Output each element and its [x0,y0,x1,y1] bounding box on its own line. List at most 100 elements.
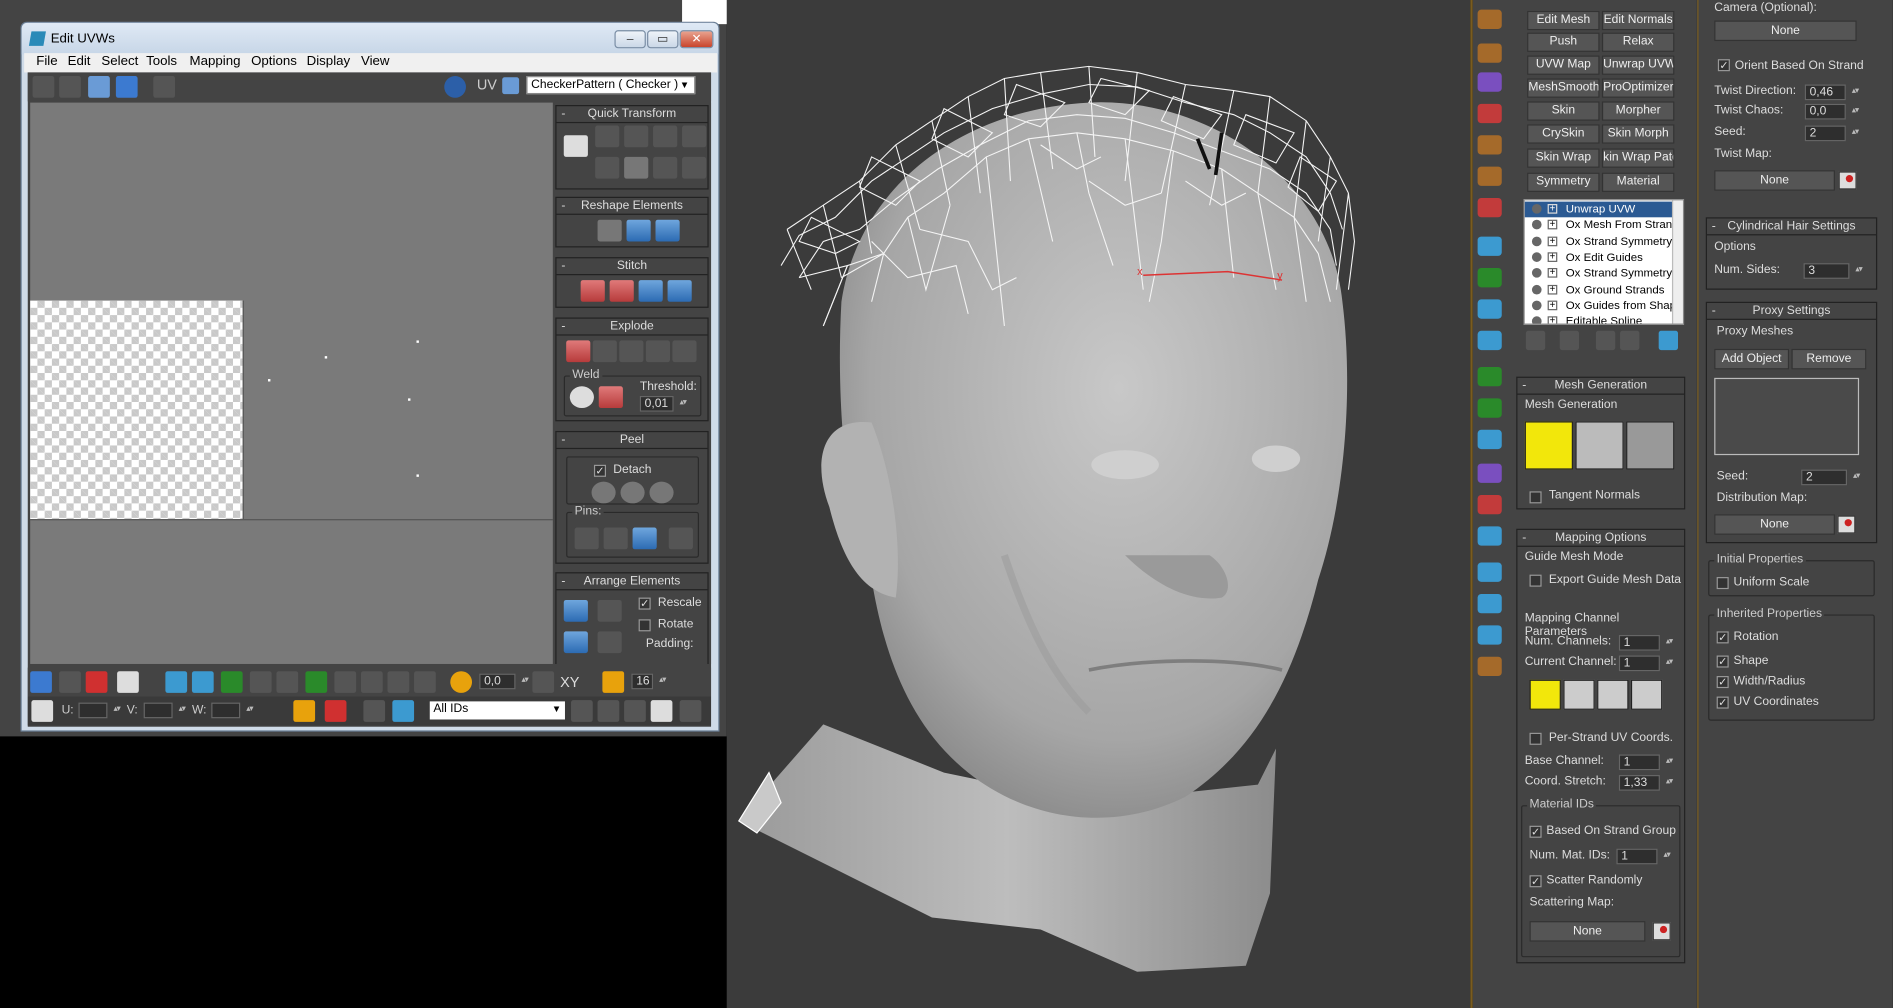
filter-icon[interactable] [392,700,415,722]
pin-icon[interactable] [574,527,599,550]
space-horizontal-icon[interactable] [682,125,707,148]
bulb-icon[interactable] [1531,268,1542,278]
shape-checkbox[interactable]: ✓ [1716,655,1729,668]
mapping-root-icon[interactable] [1597,679,1629,710]
stitch-average-icon[interactable] [609,280,634,302]
menu-file[interactable]: File [36,54,57,68]
per-strand-checkbox[interactable] [1529,732,1542,745]
distribution-map-button[interactable]: None [1714,514,1835,535]
mapping-strip-icon[interactable] [1529,679,1561,710]
w-spinner[interactable] [211,702,252,719]
expand-icon[interactable]: + [1547,300,1558,311]
soft-selection-icon[interactable] [450,671,473,693]
width-radius-checkbox[interactable]: ✓ [1716,676,1729,689]
peel-mode-icon[interactable] [620,481,645,504]
loop-icon[interactable] [220,671,243,693]
relax-until-flat-icon[interactable] [655,219,680,242]
configure-sets-icon[interactable] [1658,330,1679,351]
stack-scrollbar[interactable] [1671,200,1683,324]
export-guide-checkbox[interactable] [1529,574,1542,587]
quick-peel-icon[interactable] [591,481,616,504]
bulb-icon[interactable] [1531,236,1542,246]
flatten-by-polygon-icon[interactable] [619,340,644,363]
modifier-stack-item[interactable]: + Unwrap UVW [1524,201,1675,218]
modifier-stack-item[interactable]: + Editable Spline [1525,314,1675,324]
display-options-icon[interactable] [502,77,520,95]
modifier-button[interactable]: Edit Normals [1601,10,1675,31]
reset-peel-icon[interactable] [649,481,674,504]
map-icon[interactable] [1838,171,1857,190]
auto-pin-icon[interactable] [632,527,657,550]
strand-curl-icon[interactable] [1477,43,1502,63]
texture-checker-icon[interactable] [444,76,466,98]
falloff-icon[interactable] [532,671,555,693]
make-unique-icon[interactable] [1595,330,1616,351]
render-settings-icon[interactable] [1477,593,1502,614]
pivot-icon[interactable] [595,125,620,148]
stitch-to-source-icon[interactable] [580,280,605,302]
proxy-mesh-list[interactable] [1714,377,1860,456]
mapping-tip-icon[interactable] [1630,679,1663,710]
xy-label[interactable]: XY [560,674,579,691]
based-on-group-checkbox[interactable]: ✓ [1529,825,1542,838]
rotate-90-icon[interactable] [653,125,678,148]
freeze-icon[interactable] [363,700,386,722]
relax-icon[interactable] [626,219,651,242]
map-icon[interactable] [1837,515,1856,534]
mapping-options-header[interactable]: - Mapping Options [1517,530,1685,547]
proxy-seed-spinner[interactable]: 2 [1801,469,1859,486]
uv-vertex[interactable] [324,356,328,359]
zoom-region-icon[interactable] [624,700,646,722]
add-object-button[interactable]: Add Object [1714,348,1790,370]
strand-channels-icon[interactable] [1477,526,1502,546]
proxy-settings-header[interactable]: - Proxy Settings [1706,303,1876,320]
v-spinner[interactable] [143,702,185,719]
twist-chaos-spinner[interactable]: 0,0 [1804,103,1858,120]
uv-canvas[interactable] [30,102,553,664]
modifier-button[interactable]: Morpher [1601,101,1675,121]
twist-direction-spinner[interactable]: 0,46 [1804,84,1858,101]
surface-comb-icon[interactable] [1477,236,1502,256]
expand-icon[interactable]: + [1547,316,1558,324]
pack-normalize-icon[interactable] [563,599,588,622]
straighten-selection-icon[interactable] [597,219,622,242]
tangent-normals-checkbox[interactable] [1529,491,1542,504]
zoom-extents-icon[interactable] [650,700,673,722]
select-pins-icon[interactable] [668,527,693,550]
grow-selection-icon[interactable] [165,671,188,693]
break-icon[interactable] [566,340,591,363]
twist-map-button[interactable]: None [1714,170,1835,191]
bulb-icon[interactable] [1531,284,1542,294]
snap-toggle-icon[interactable] [679,700,702,722]
coord-stretch-spinner[interactable]: 1,33 [1618,775,1672,791]
mapping-tube-icon[interactable] [1563,679,1595,710]
vertex-mode-icon[interactable] [30,671,52,693]
enlarge-brush-icon[interactable] [387,671,410,693]
reshape-elements-header[interactable]: - Reshape Elements [556,198,708,215]
explode-header[interactable]: - Explode [556,319,708,336]
move-icon[interactable] [32,76,55,98]
rotation-checkbox[interactable]: ✓ [1716,631,1729,644]
element-mode-icon[interactable] [117,671,139,693]
menu-options[interactable]: Options [251,54,297,68]
detach-edge-verts-icon[interactable] [592,340,617,363]
camera-button[interactable]: None [1714,20,1857,42]
edit-uvws-window[interactable]: Edit UVWs – ▭ ✕ File Edit Select Tools M… [20,21,720,732]
uv-vertex[interactable] [408,398,411,401]
rotate-icon[interactable] [59,76,81,98]
texture-dropdown[interactable]: CheckerPattern ( Checker ) ▼ [526,76,696,95]
paint-select-icon[interactable] [360,671,383,693]
absolute-offset-icon[interactable] [31,700,54,722]
align-vertical-icon[interactable] [595,156,620,179]
length-icon[interactable] [1477,166,1502,186]
remove-modifier-icon[interactable] [1620,330,1640,351]
stitch-custom-icon[interactable] [667,280,692,302]
menu-mapping[interactable]: Mapping [190,54,241,68]
bulb-icon[interactable] [1531,316,1542,324]
num-sides-spinner[interactable]: 3 [1803,263,1862,279]
current-channel-spinner[interactable]: 1 [1618,655,1672,672]
menu-select[interactable]: Select [101,54,138,68]
rotate-strands-icon[interactable] [1477,494,1502,515]
loop-grow-icon[interactable] [249,671,272,693]
modifier-stack-item[interactable]: + Ox Strand Symmetry [1525,266,1675,282]
